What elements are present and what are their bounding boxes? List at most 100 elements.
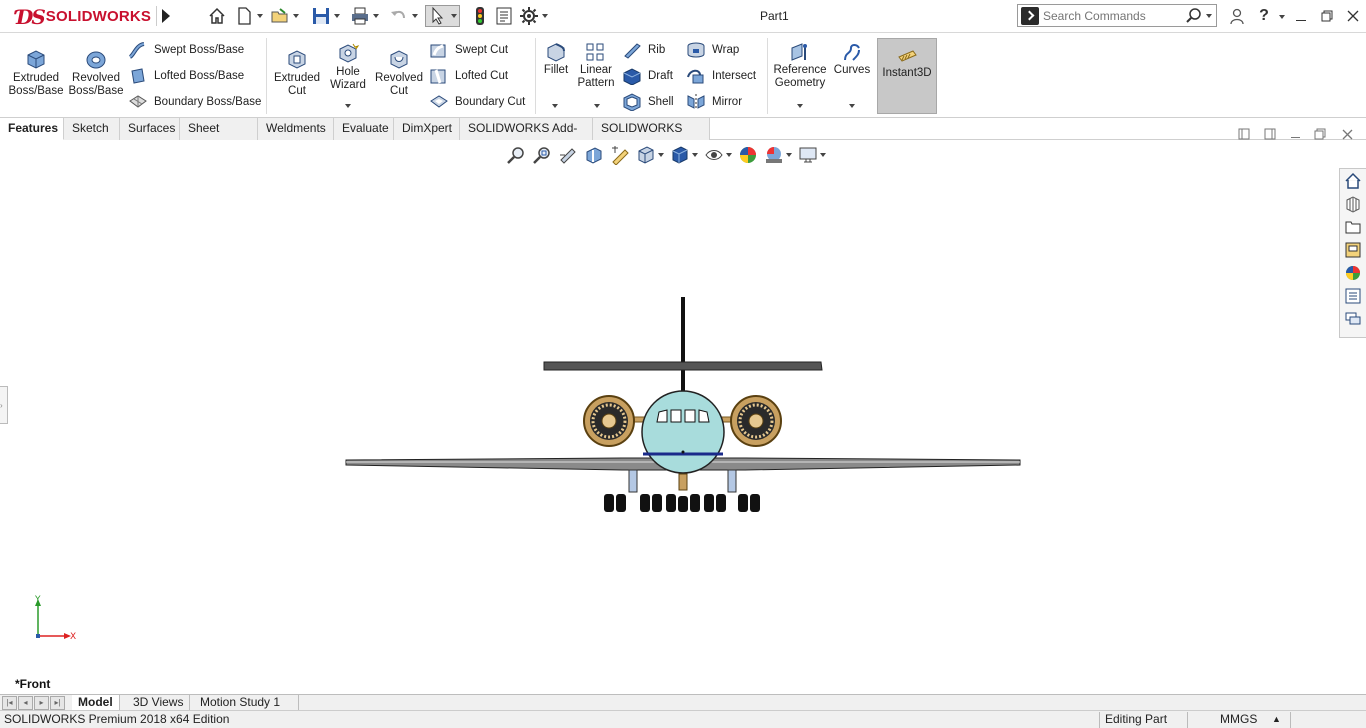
view-settings-icon[interactable]: [798, 145, 818, 165]
options-button[interactable]: [519, 5, 548, 27]
tab-features[interactable]: Features: [0, 118, 64, 140]
home-button[interactable]: [207, 5, 227, 27]
extruded-boss-button[interactable]: Extruded Boss/Base: [8, 48, 64, 98]
section-view-icon[interactable]: [584, 145, 604, 165]
search-icon[interactable]: [1185, 7, 1203, 25]
tile-left-icon[interactable]: [1236, 126, 1252, 142]
chevron-down-icon[interactable]: [1206, 13, 1212, 18]
doc-restore-icon[interactable]: [1312, 126, 1328, 142]
chevron-down-icon[interactable]: [692, 153, 698, 157]
doc-close-icon[interactable]: [1339, 126, 1355, 142]
undo-button[interactable]: [389, 5, 418, 27]
restore-window-button[interactable]: [1316, 6, 1338, 26]
lofted-boss-icon: [131, 68, 145, 84]
tab-motion-study-1[interactable]: Motion Study 1: [194, 695, 299, 711]
intersect-button[interactable]: Intersect: [686, 65, 756, 87]
chevron-down-icon[interactable]: [345, 104, 351, 108]
view-palette-tab[interactable]: [1341, 239, 1365, 261]
chevron-down-icon: [293, 14, 299, 18]
design-library-tab[interactable]: [1341, 193, 1365, 215]
next-tab-icon[interactable]: ▸: [34, 696, 49, 710]
hide-show-items-icon[interactable]: [704, 145, 724, 165]
first-tab-icon[interactable]: |◂: [2, 696, 17, 710]
prev-tab-icon[interactable]: ◂: [18, 696, 33, 710]
revolved-cut-button[interactable]: Revolved Cut: [372, 48, 426, 98]
chevron-down-icon[interactable]: [594, 104, 600, 108]
appearances-tab[interactable]: [1341, 262, 1365, 284]
wrap-button[interactable]: Wrap: [686, 39, 739, 61]
swept-cut-button[interactable]: Swept Cut: [429, 39, 508, 61]
reference-geometry-button[interactable]: Reference Geometry: [771, 42, 829, 90]
boundary-cut-button[interactable]: Boundary Cut: [429, 91, 525, 113]
solidworks-logo[interactable]: ƊS SOLIDWORKS: [0, 0, 154, 33]
curves-button[interactable]: Curves: [832, 42, 872, 77]
tab-weldments[interactable]: Weldments: [258, 118, 334, 140]
zoom-to-fit-icon[interactable]: [506, 145, 526, 165]
file-explorer-tab[interactable]: [1341, 216, 1365, 238]
draft-button[interactable]: Draft: [622, 65, 673, 87]
tab-dimxpert[interactable]: DimXpert: [394, 118, 460, 140]
view-orientation-icon[interactable]: [636, 145, 656, 165]
file-properties-button[interactable]: [494, 5, 514, 27]
lofted-cut-button[interactable]: Lofted Cut: [429, 65, 508, 87]
rib-button[interactable]: Rib: [622, 39, 665, 61]
help-button[interactable]: ?: [1253, 6, 1275, 26]
forum-tab[interactable]: [1341, 308, 1365, 330]
search-commands-box[interactable]: [1017, 4, 1217, 27]
linear-pattern-button[interactable]: Linear Pattern: [575, 42, 617, 90]
chevron-down-icon[interactable]: [797, 104, 803, 108]
boundary-boss-icon: [129, 95, 147, 108]
tab-sheet-metal[interactable]: Sheet Metal: [180, 118, 258, 156]
print-button[interactable]: [350, 5, 379, 27]
extruded-cut-button[interactable]: Extruded Cut: [270, 48, 324, 98]
boundary-boss-button[interactable]: Boundary Boss/Base: [128, 91, 261, 113]
instant3d-button[interactable]: Instant3D: [877, 38, 937, 114]
fillet-button[interactable]: Fillet: [540, 42, 572, 77]
tab-sketch[interactable]: Sketch: [64, 118, 120, 140]
units-selector[interactable]: MMGS: [1216, 711, 1261, 728]
chevron-down-icon[interactable]: [658, 153, 664, 157]
tab-solidworks-add-ins[interactable]: SOLIDWORKS Add-Ins: [460, 118, 593, 156]
tab-3d-views[interactable]: 3D Views: [127, 695, 191, 711]
chevron-down-icon[interactable]: [726, 153, 732, 157]
chevron-down-icon[interactable]: [849, 104, 855, 108]
revolved-boss-button[interactable]: Revolved Boss/Base: [68, 48, 124, 98]
chevron-up-icon[interactable]: ▲: [1272, 711, 1281, 728]
shell-button[interactable]: Shell: [622, 91, 674, 113]
user-account-button[interactable]: [1226, 6, 1248, 26]
tab-model[interactable]: Model: [72, 695, 120, 711]
last-tab-icon[interactable]: ▸|: [50, 696, 65, 710]
save-button[interactable]: [311, 5, 340, 27]
hole-wizard-button[interactable]: Hole Wizard: [326, 42, 370, 92]
feature-manager-expand-handle[interactable]: ›: [0, 386, 8, 424]
previous-view-icon[interactable]: [558, 145, 578, 165]
airplane-model[interactable]: [340, 292, 1030, 517]
apply-scene-icon[interactable]: [764, 145, 784, 165]
new-document-button[interactable]: [234, 5, 263, 27]
solidworks-resources-tab[interactable]: [1341, 170, 1365, 192]
chevron-down-icon[interactable]: [786, 153, 792, 157]
doc-minimize-icon[interactable]: [1287, 126, 1303, 142]
tab-solidworks-mbd[interactable]: SOLIDWORKS MBD: [593, 118, 710, 156]
chevron-down-icon[interactable]: [1279, 15, 1285, 19]
zoom-to-area-icon[interactable]: [532, 145, 552, 165]
chevron-down-icon[interactable]: [552, 104, 558, 108]
chevron-down-icon[interactable]: [820, 153, 826, 157]
minimize-window-button[interactable]: [1290, 6, 1312, 26]
dynamic-annotation-icon[interactable]: [610, 145, 630, 165]
tile-right-icon[interactable]: [1262, 126, 1278, 142]
open-button[interactable]: [270, 5, 299, 27]
menu-flyout-button[interactable]: [156, 6, 174, 26]
custom-properties-tab[interactable]: [1341, 285, 1365, 307]
close-window-button[interactable]: [1342, 6, 1364, 26]
mirror-button[interactable]: Mirror: [686, 91, 742, 113]
tab-evaluate[interactable]: Evaluate: [334, 118, 394, 140]
edit-appearance-icon[interactable]: [738, 145, 758, 165]
lofted-boss-button[interactable]: Lofted Boss/Base: [128, 65, 244, 87]
search-input[interactable]: [1043, 8, 1183, 23]
rebuild-button[interactable]: [470, 5, 490, 27]
tab-surfaces[interactable]: Surfaces: [120, 118, 180, 140]
display-style-icon[interactable]: [670, 145, 690, 165]
swept-boss-button[interactable]: Swept Boss/Base: [128, 39, 244, 61]
select-button[interactable]: [425, 5, 460, 27]
